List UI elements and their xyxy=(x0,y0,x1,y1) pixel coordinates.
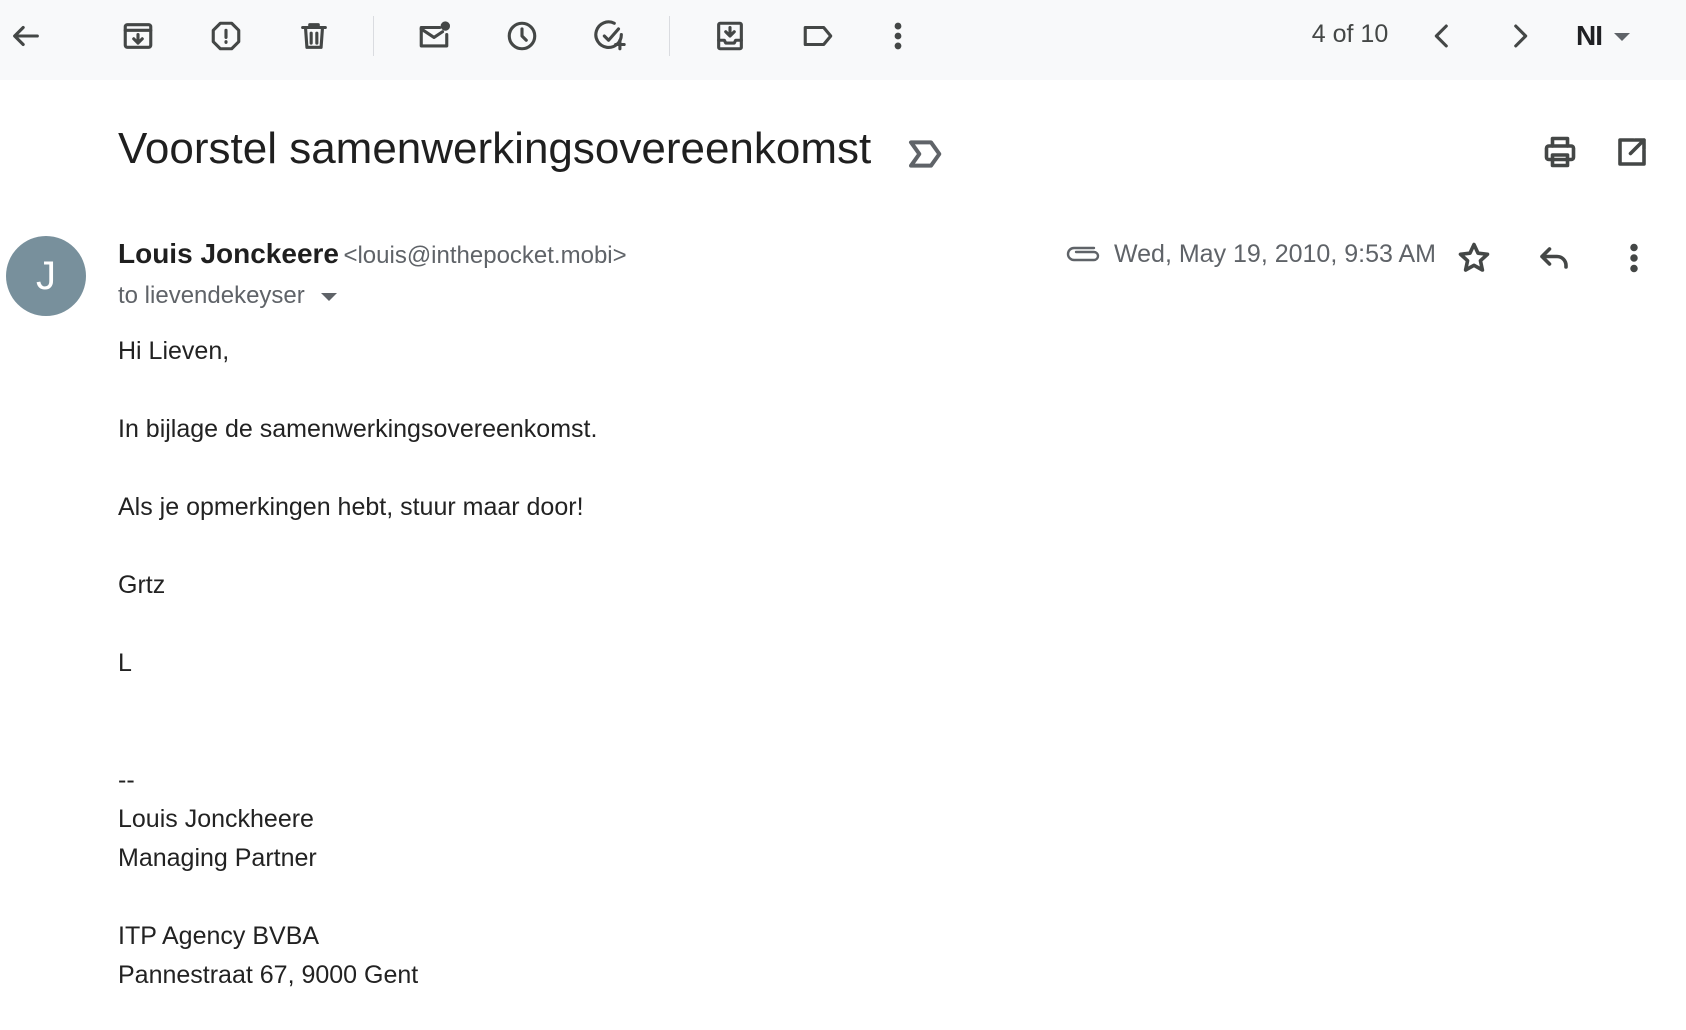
move-to-icon[interactable] xyxy=(706,12,754,60)
signature-company: ITP Agency BVBA xyxy=(118,922,320,950)
importance-marker-icon[interactable] xyxy=(906,134,946,174)
mark-unread-icon[interactable] xyxy=(410,12,458,60)
signature-name: Louis Jonckheere xyxy=(118,805,314,833)
avatar[interactable]: J xyxy=(6,236,86,316)
email-date: Wed, May 19, 2010, 9:53 AM xyxy=(1114,240,1436,268)
signature-address: Pannestraat 67, 9000 Gent xyxy=(118,961,419,989)
newer-chevron-icon[interactable] xyxy=(1418,12,1466,60)
signature-separator: -- xyxy=(118,766,135,794)
body-initial: L xyxy=(118,649,132,677)
input-tools-selector[interactable]: NI xyxy=(1576,18,1630,54)
report-spam-icon[interactable] xyxy=(202,12,250,60)
open-in-new-window-icon[interactable] xyxy=(1608,128,1656,176)
chevron-down-icon xyxy=(320,293,337,301)
body-line-2: Als je opmerkingen hebt, stuur maar door… xyxy=(118,493,584,521)
more-vert-icon[interactable] xyxy=(1610,234,1658,282)
print-icon[interactable] xyxy=(1536,128,1584,176)
chevron-down-icon xyxy=(1614,33,1630,41)
body-line-1: In bijlage de samenwerkingsovereenkomst. xyxy=(118,415,598,443)
input-tool-label: NI xyxy=(1576,20,1603,51)
toolbar-divider xyxy=(669,16,670,56)
recipient-label: to lievendekeyser xyxy=(118,282,305,309)
sender-email: <louis@inthepocket.mobi> xyxy=(343,242,627,269)
pager-count: 4 of 10 xyxy=(1311,20,1389,48)
label-icon[interactable] xyxy=(794,12,842,60)
add-task-icon[interactable] xyxy=(586,12,634,60)
signature-title: Managing Partner xyxy=(118,844,317,872)
sender-name[interactable]: Louis Jonckeere xyxy=(118,238,339,269)
archive-icon[interactable] xyxy=(114,12,162,60)
delete-icon[interactable] xyxy=(290,12,338,60)
snooze-icon[interactable] xyxy=(498,12,546,60)
body-greeting: Hi Lieven, xyxy=(118,337,230,365)
reply-icon[interactable] xyxy=(1530,234,1578,282)
sender-line: Louis Jonckeere <louis@inthepocket.mobi> xyxy=(118,238,627,270)
recipient-details-toggle[interactable]: to lievendekeyser xyxy=(118,282,337,310)
toolbar-divider xyxy=(373,16,374,56)
attachment-icon xyxy=(1064,240,1104,268)
toolbar: 4 of 10 NI xyxy=(0,0,1686,80)
more-vert-icon[interactable] xyxy=(874,12,922,60)
body-closing: Grtz xyxy=(118,571,166,599)
older-chevron-icon[interactable] xyxy=(1496,12,1544,60)
star-icon[interactable] xyxy=(1450,234,1498,282)
email-subject: Voorstel samenwerkingsovereenkomst xyxy=(118,124,872,173)
back-arrow-icon[interactable] xyxy=(2,12,50,60)
